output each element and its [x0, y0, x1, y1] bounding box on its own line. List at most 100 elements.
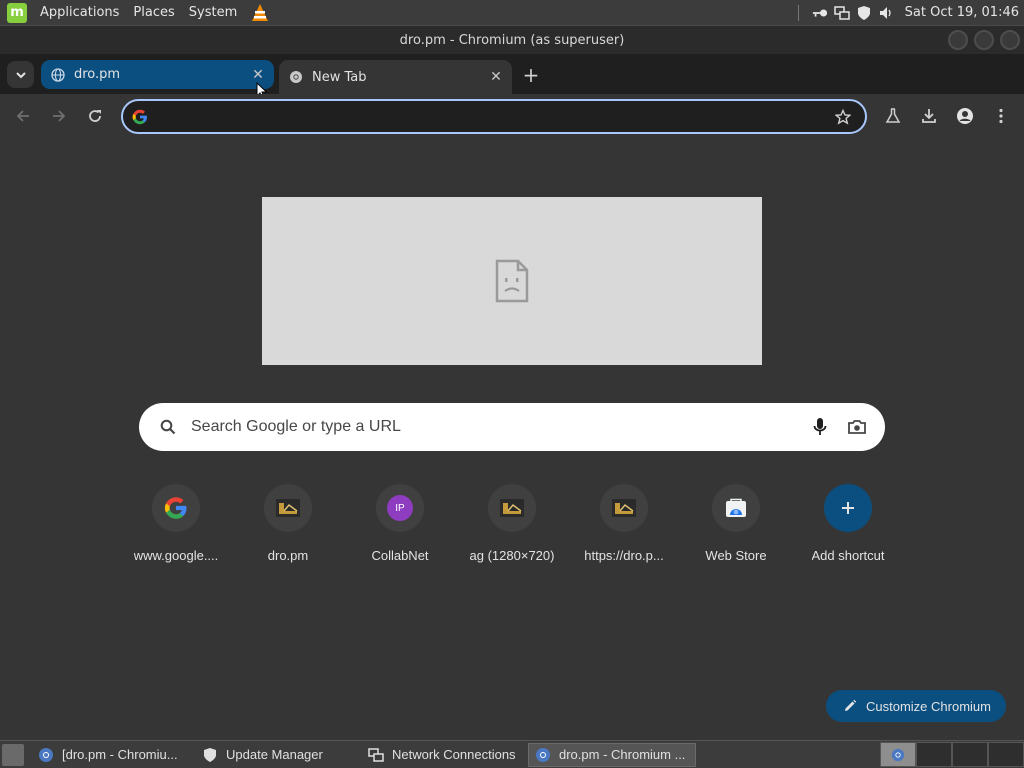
- shortcut-add[interactable]: Add shortcut: [792, 484, 904, 574]
- pencil-icon: [842, 698, 858, 714]
- key-icon[interactable]: [812, 5, 828, 21]
- kebab-menu-icon: [999, 108, 1003, 124]
- browser-toolbar: [0, 94, 1024, 139]
- shield-icon: [202, 747, 218, 763]
- task-chromium-1[interactable]: [dro.pm - Chromiu...: [32, 743, 192, 767]
- ntp-searchbox[interactable]: Search Google or type a URL: [139, 403, 885, 451]
- system-panel-left: m Applications Places System: [0, 0, 270, 25]
- shortcut-icon-circle: [824, 484, 872, 532]
- taskbar: [dro.pm - Chromiu... Update Manager Netw…: [0, 740, 1024, 768]
- tab-strip: dro.pm ✕ New Tab ✕ +: [0, 54, 1024, 94]
- mint-menu-icon[interactable]: m: [7, 2, 27, 23]
- task-network-connections[interactable]: Network Connections: [362, 743, 524, 767]
- shortcut-google[interactable]: www.google....: [120, 484, 232, 574]
- chromium-icon: [891, 748, 905, 761]
- chromium-icon: [38, 747, 54, 763]
- camera-icon[interactable]: [845, 415, 869, 439]
- search-icon: [156, 415, 180, 439]
- omnibox[interactable]: [121, 99, 867, 134]
- vlc-launcher-icon[interactable]: [250, 3, 270, 23]
- workspace-3[interactable]: [952, 742, 988, 767]
- show-desktop-button[interactable]: [2, 743, 24, 766]
- plus-icon: [842, 502, 854, 514]
- labs-button[interactable]: [879, 102, 907, 130]
- shortcut-icon-circle: IP: [376, 484, 424, 532]
- new-tab-page: Search Google or type a URL www.google..…: [0, 139, 1024, 740]
- shortcut-ag[interactable]: ag (1280×720): [456, 484, 568, 574]
- new-tab-button[interactable]: +: [518, 62, 544, 88]
- shortcut-icon-circle: [264, 484, 312, 532]
- back-button[interactable]: [9, 102, 37, 130]
- close-window-button[interactable]: [1000, 30, 1020, 50]
- google-g-icon: [130, 107, 150, 127]
- menu-button[interactable]: [987, 102, 1015, 130]
- downloads-button[interactable]: [915, 102, 943, 130]
- customize-label: Customize Chromium: [866, 698, 991, 714]
- shortcut-collabnet[interactable]: IP CollabNet: [344, 484, 456, 574]
- chromium-icon: [288, 69, 304, 85]
- tab-title: dro.pm: [74, 67, 121, 82]
- tab-dro-pm[interactable]: dro.pm ✕: [41, 60, 274, 89]
- shortcut-tiles: www.google.... dro.pm IP CollabNet ag (1…: [120, 484, 904, 574]
- task-label: Network Connections: [392, 747, 516, 762]
- system-menu[interactable]: System: [182, 0, 244, 25]
- network-tray-icon[interactable]: [833, 5, 850, 21]
- dro-favicon-icon: [276, 499, 300, 517]
- tab-search-button[interactable]: [7, 61, 34, 88]
- workspace-4[interactable]: [988, 742, 1024, 767]
- forward-button[interactable]: [45, 102, 73, 130]
- clock[interactable]: Sat Oct 19, 01:46: [905, 5, 1019, 20]
- applications-menu[interactable]: Applications: [33, 0, 126, 25]
- shortcut-label: CollabNet: [371, 548, 429, 563]
- web-store-icon: [726, 498, 746, 517]
- close-icon[interactable]: ✕: [486, 67, 506, 87]
- system-panel: m Applications Places System Sat Oct 19,…: [0, 0, 1024, 25]
- shortcut-dro-pm[interactable]: dro.pm: [232, 484, 344, 574]
- shortcut-web-store[interactable]: Web Store: [680, 484, 792, 574]
- arrow-right-icon: [53, 110, 66, 122]
- shortcut-label: https://dro.p...: [584, 548, 664, 563]
- reload-button[interactable]: [81, 102, 109, 130]
- arrow-left-icon: [16, 110, 29, 122]
- plus-icon: +: [522, 63, 540, 87]
- volume-icon[interactable]: [878, 5, 894, 21]
- maximize-button[interactable]: [974, 30, 994, 50]
- tab-title: New Tab: [312, 69, 367, 85]
- shortcut-label: ag (1280×720): [469, 548, 555, 563]
- shortcut-label: Add shortcut: [811, 548, 885, 563]
- window-title: dro.pm - Chromium (as superuser): [399, 32, 625, 48]
- minimize-button[interactable]: [948, 30, 968, 50]
- search-placeholder: Search Google or type a URL: [191, 418, 401, 435]
- shortcut-label: www.google....: [133, 548, 219, 563]
- reload-icon: [89, 110, 101, 122]
- window-controls: [942, 30, 1020, 50]
- ip-badge-icon: IP: [387, 495, 413, 521]
- places-menu[interactable]: Places: [126, 0, 181, 25]
- globe-icon: [50, 67, 66, 83]
- task-update-manager[interactable]: Update Manager: [196, 743, 358, 767]
- shortcut-icon-circle: [152, 484, 200, 532]
- microphone-icon[interactable]: [808, 415, 832, 439]
- doodle-placeholder: [262, 197, 762, 365]
- system-tray: Sat Oct 19, 01:46: [796, 0, 1024, 25]
- task-label: Update Manager: [226, 747, 323, 762]
- shortcut-dro-url[interactable]: https://dro.p...: [568, 484, 680, 574]
- workspace-1[interactable]: [880, 742, 916, 767]
- bookmark-star-icon[interactable]: [831, 105, 855, 129]
- network-icon: [368, 747, 384, 763]
- tab-new-tab[interactable]: New Tab ✕: [279, 60, 512, 94]
- chromium-icon: [535, 747, 551, 763]
- customize-chromium-button[interactable]: Customize Chromium: [826, 690, 1006, 722]
- omnibox-input[interactable]: [150, 101, 831, 132]
- google-icon: [164, 497, 187, 519]
- shield-tray-icon[interactable]: [856, 5, 872, 21]
- shortcut-icon-circle: [488, 484, 536, 532]
- workspace-2[interactable]: [916, 742, 952, 767]
- shortcut-icon-circle: [600, 484, 648, 532]
- window-titlebar[interactable]: dro.pm - Chromium (as superuser): [0, 25, 1024, 54]
- profile-button[interactable]: [951, 102, 979, 130]
- profile-icon: [957, 108, 973, 124]
- tray-separator: [797, 4, 799, 21]
- task-chromium-2[interactable]: dro.pm - Chromium ...: [528, 742, 696, 767]
- shortcut-label: Web Store: [705, 548, 767, 563]
